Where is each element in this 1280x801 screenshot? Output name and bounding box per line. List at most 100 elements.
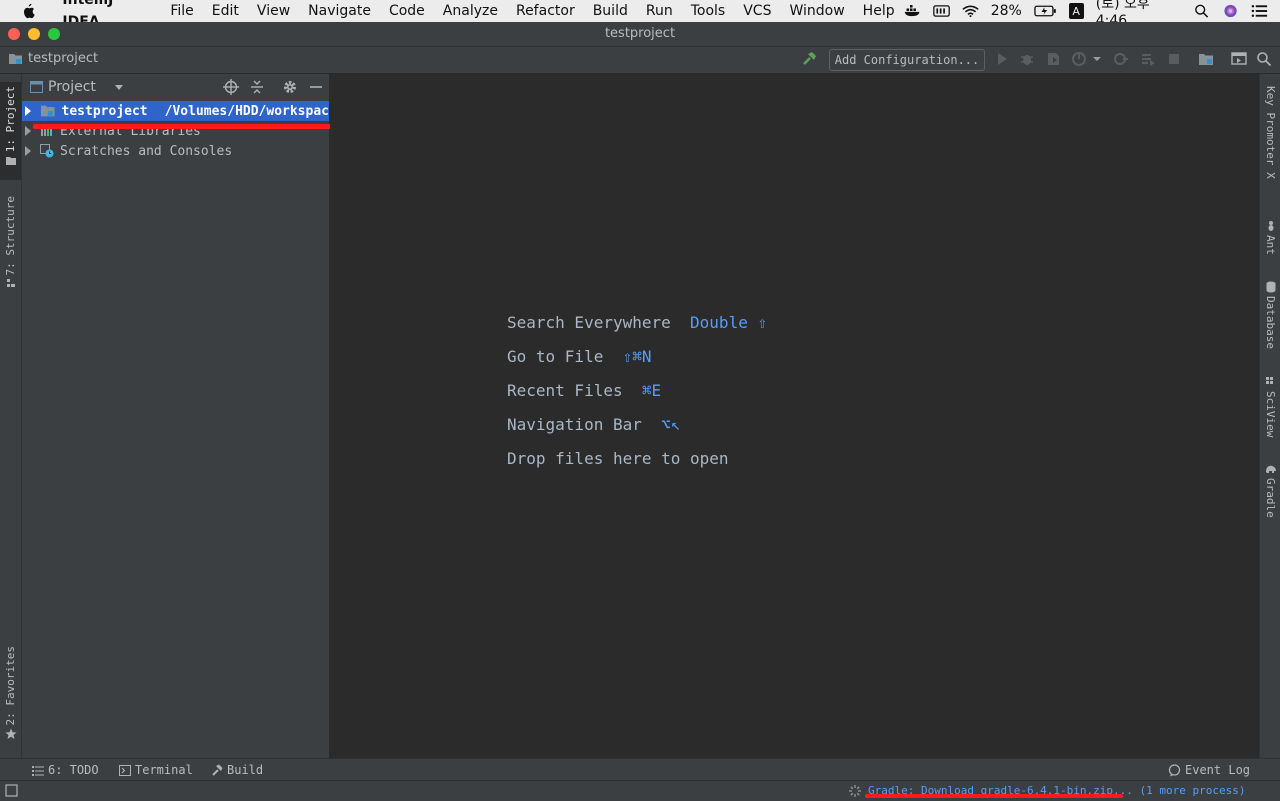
tab-database-label: Database (1264, 296, 1277, 349)
tree-node-scratches[interactable]: Scratches and Consoles (22, 141, 329, 161)
module-folder-icon (40, 105, 55, 117)
menu-file[interactable]: File (161, 0, 202, 22)
view-dropdown-chevron-icon[interactable] (114, 84, 124, 92)
tab-build-label: Build (227, 763, 264, 777)
tab-terminal-label: Terminal (135, 763, 193, 777)
star-icon (4, 728, 17, 740)
input-source-indicator[interactable]: A (1068, 3, 1084, 19)
locate-file-icon[interactable] (223, 79, 239, 95)
notification-center-icon[interactable] (1251, 4, 1268, 18)
project-structure-icon[interactable] (1198, 51, 1214, 67)
memory-chip-icon[interactable] (932, 4, 950, 18)
hide-panel-icon[interactable] (309, 79, 323, 95)
navigation-toolbar: testproject Add Configuration... (0, 47, 1280, 74)
build-hammer-icon[interactable] (801, 51, 817, 67)
editor-empty-area[interactable]: Search Everywhere Double ⇧ Go to File ⇧⌘… (330, 74, 1259, 758)
menu-build[interactable]: Build (584, 0, 637, 22)
breadcrumb-project[interactable]: testproject (28, 51, 98, 66)
tab-database[interactable]: Database (1260, 281, 1280, 349)
project-tool-window: Project testproject /Volumes/HDD/workspa… (22, 74, 330, 758)
search-everywhere-icon[interactable] (1256, 51, 1272, 67)
hint-label: Recent Files (507, 381, 623, 400)
sciview-grid-icon (1265, 377, 1273, 384)
window-title: testproject (604, 26, 676, 41)
tab-event-log-label: Event Log (1185, 763, 1251, 777)
tab-structure[interactable]: 7: Structure (0, 192, 21, 298)
profile-icon[interactable] (1071, 51, 1087, 67)
apple-logo-icon[interactable] (20, 3, 37, 19)
tab-structure-label: 7: Structure (4, 196, 17, 276)
run-with-coverage-icon[interactable] (1045, 51, 1061, 67)
attach-debugger-icon[interactable] (1113, 51, 1129, 67)
menu-tools[interactable]: Tools (682, 0, 735, 22)
tab-sciview[interactable]: SciView (1260, 376, 1280, 437)
expand-arrow-icon[interactable] (25, 106, 31, 116)
structure-icon (6, 279, 15, 288)
tree-node-name: Scratches and Consoles (60, 143, 233, 159)
tab-favorites[interactable]: 2: Favorites (0, 642, 21, 748)
menu-run[interactable]: Run (637, 0, 682, 22)
scratches-icon (40, 144, 54, 158)
tree-node-name: testproject (61, 103, 148, 119)
left-tool-strip: 1: Project 7: Structure 2: Favorites (0, 74, 22, 758)
expand-arrow-icon[interactable] (25, 146, 31, 156)
menu-code[interactable]: Code (380, 0, 434, 22)
presentation-mode-icon[interactable] (1231, 51, 1247, 67)
toggle-tool-windows-icon[interactable] (5, 784, 18, 797)
tab-event-log[interactable]: Event Log (1168, 763, 1250, 777)
expand-arrow-icon[interactable] (25, 126, 31, 136)
settings-gear-icon[interactable] (282, 79, 298, 95)
bottom-tool-bar: 6: TODO Terminal Build Event Log (0, 758, 1280, 781)
menu-refactor[interactable]: Refactor (507, 0, 584, 22)
battery-icon[interactable] (1034, 4, 1057, 18)
terminal-icon (119, 764, 131, 776)
debug-icon[interactable] (1019, 51, 1035, 67)
stop-icon[interactable] (1166, 51, 1182, 67)
wifi-icon[interactable] (962, 4, 979, 18)
siri-icon[interactable] (1222, 4, 1239, 18)
profile-dropdown-icon[interactable] (1092, 51, 1102, 67)
todo-list-icon (32, 765, 44, 776)
menu-window[interactable]: Window (780, 0, 853, 22)
hint-label: Drop files here to open (507, 449, 729, 468)
hint-label: Go to File (507, 347, 604, 366)
breadcrumb[interactable]: testproject (8, 51, 98, 66)
tab-project[interactable]: 1: Project (0, 82, 21, 180)
database-icon (1266, 281, 1275, 293)
menu-help[interactable]: Help (854, 0, 904, 22)
docker-whale-icon[interactable] (904, 4, 921, 18)
run-tasks-icon[interactable] (1140, 51, 1156, 67)
progress-spinner-icon (849, 785, 861, 797)
tab-terminal[interactable]: Terminal (119, 763, 193, 777)
hint-shortcut: ⌥↖ (661, 415, 681, 434)
project-panel-title[interactable]: Project (48, 79, 96, 95)
run-icon[interactable] (994, 51, 1010, 67)
tab-gradle[interactable]: Gradle (1260, 463, 1280, 518)
menu-view[interactable]: View (248, 0, 299, 22)
tab-key-promoter[interactable]: Key Promoter X (1260, 86, 1280, 179)
menu-edit[interactable]: Edit (203, 0, 248, 22)
tree-node-testproject[interactable]: testproject /Volumes/HDD/workspac (22, 101, 329, 121)
menu-navigate[interactable]: Navigate (299, 0, 380, 22)
tab-build[interactable]: Build (211, 763, 263, 777)
tab-key-promoter-label: Key Promoter X (1264, 86, 1277, 179)
hint-search-everywhere: Search Everywhere Double ⇧ (507, 313, 767, 332)
add-configuration-button[interactable]: Add Configuration... (829, 49, 985, 71)
tab-favorites-label: 2: Favorites (4, 646, 17, 726)
hint-shortcut: ⇧⌘N (622, 347, 652, 366)
hint-label: Navigation Bar (507, 415, 642, 434)
project-folder-icon (9, 53, 22, 64)
collapse-all-icon[interactable] (249, 79, 265, 95)
spotlight-search-icon[interactable] (1193, 4, 1210, 18)
menu-analyze[interactable]: Analyze (434, 0, 507, 22)
project-view-icon (30, 81, 43, 93)
tab-ant[interactable]: Ant (1260, 220, 1280, 255)
tab-sciview-label: SciView (1264, 391, 1277, 438)
menu-vcs[interactable]: VCS (734, 0, 780, 22)
tab-todo[interactable]: 6: TODO (32, 763, 99, 777)
ant-icon (1268, 221, 1273, 231)
project-panel-header: Project (22, 74, 329, 100)
folder-icon (5, 157, 16, 166)
build-hammer-icon (212, 764, 223, 776)
tab-gradle-label: Gradle (1264, 478, 1277, 518)
